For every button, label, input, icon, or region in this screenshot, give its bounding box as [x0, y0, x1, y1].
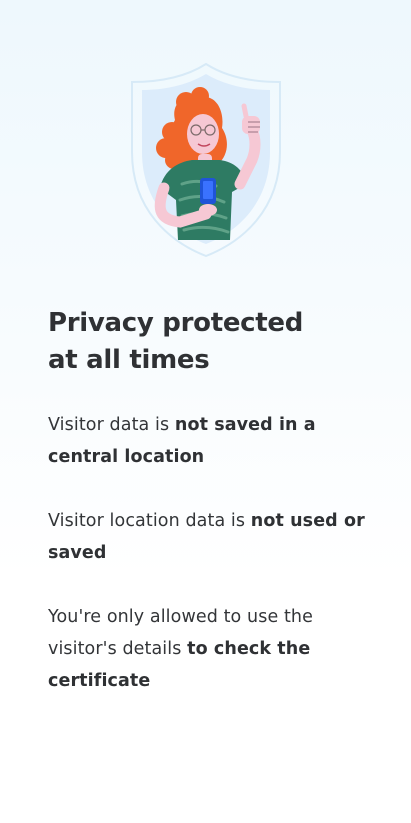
- privacy-paragraph-usage: You're only allowed to use the visitor's…: [48, 601, 368, 697]
- page-title: Privacy protected at all times: [48, 305, 368, 379]
- page-title-line2: at all times: [48, 345, 210, 375]
- privacy-paragraph-location: Visitor location data is not used or sav…: [48, 505, 368, 569]
- page-title-line1: Privacy protected: [48, 308, 304, 338]
- privacy-info-screen: Privacy protected at all times Visitor d…: [0, 0, 411, 823]
- privacy-content: Privacy protected at all times Visitor d…: [48, 305, 368, 729]
- paragraph-text: Visitor location data is: [48, 511, 251, 531]
- face-icon: [187, 114, 219, 154]
- privacy-shield-illustration: [131, 62, 281, 258]
- privacy-paragraph-storage: Visitor data is not saved in a central l…: [48, 409, 368, 473]
- thumbs-up-icon: [242, 116, 260, 134]
- paragraph-text: Visitor data is: [48, 415, 175, 435]
